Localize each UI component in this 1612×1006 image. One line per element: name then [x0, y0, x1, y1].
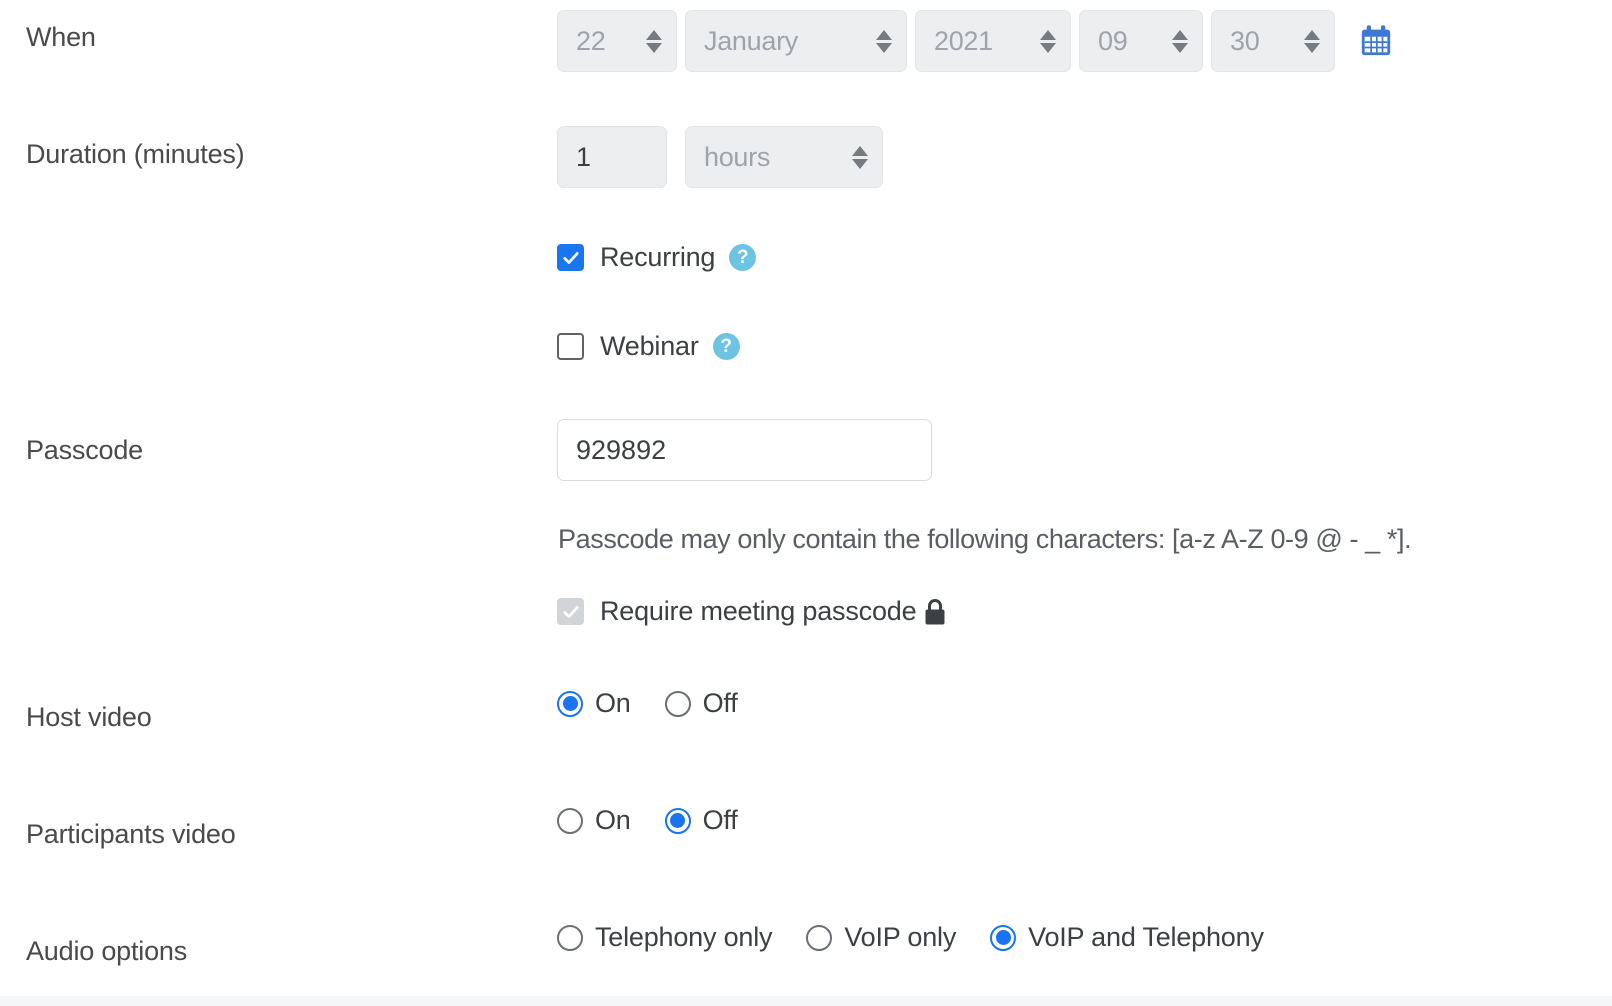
passcode-hint: Passcode may only contain the following … [558, 524, 1412, 554]
lock-icon [920, 598, 947, 626]
require-passcode-checkbox [557, 598, 584, 625]
passcode-controls [557, 419, 932, 481]
radio-label: On [595, 688, 631, 718]
audio-option-voip-and-telephony[interactable]: VoIP and Telephony [990, 922, 1264, 953]
host-video-option-on[interactable]: On [557, 688, 631, 719]
audio-options-radio-group: Telephony only VoIP only VoIP and Teleph… [557, 922, 1264, 953]
radio-label: VoIP only [844, 922, 957, 952]
when-hour-value: 09 [1098, 25, 1128, 56]
participants-video-option-on[interactable]: On [557, 805, 631, 836]
calendar-icon[interactable] [1359, 24, 1393, 58]
chevron-updown-icon [876, 29, 892, 53]
radio-selected-icon[interactable] [664, 807, 691, 834]
duration-controls: hours [557, 126, 883, 188]
audio-option-voip-only[interactable]: VoIP only [806, 922, 956, 953]
page-bottom-divider [0, 996, 1612, 1006]
when-hour-select[interactable]: 09 [1079, 10, 1203, 72]
when-day-select[interactable]: 22 [557, 10, 677, 72]
require-passcode-label: Require meeting passcode [600, 596, 917, 626]
passcode-label: Passcode [26, 435, 143, 465]
passcode-input[interactable] [557, 419, 932, 481]
host-video-radio-group: On Off [557, 688, 738, 719]
require-passcode-row: Require meeting passcode [557, 596, 947, 627]
settings-form-page: When 22 January 2021 09 30 Duration (min… [0, 0, 1612, 1006]
webinar-row: Webinar ? [557, 331, 740, 362]
when-year-value: 2021 [934, 25, 993, 56]
chevron-updown-icon [646, 29, 662, 53]
when-minute-select[interactable]: 30 [1211, 10, 1335, 72]
webinar-label: Webinar [600, 331, 699, 361]
radio-unselected-icon[interactable] [557, 807, 583, 834]
duration-unit-select[interactable]: hours [685, 126, 883, 188]
when-controls: 22 January 2021 09 30 [557, 10, 1393, 72]
audio-options-label: Audio options [26, 936, 188, 966]
help-icon[interactable]: ? [729, 244, 757, 271]
chevron-updown-icon [1304, 29, 1320, 53]
radio-label: On [595, 805, 631, 835]
chevron-updown-icon [1172, 29, 1188, 53]
radio-unselected-icon[interactable] [806, 924, 833, 951]
host-video-label: Host video [26, 702, 152, 732]
participants-video-label: Participants video [26, 819, 236, 849]
radio-label: Off [702, 688, 738, 718]
chevron-updown-icon [1040, 29, 1056, 53]
participants-video-option-off[interactable]: Off [664, 805, 738, 836]
when-day-value: 22 [576, 25, 606, 56]
recurring-checkbox[interactable] [557, 244, 584, 271]
radio-label: Telephony only [595, 922, 773, 952]
radio-unselected-icon[interactable] [664, 690, 691, 717]
radio-unselected-icon[interactable] [557, 924, 583, 951]
radio-label: Off [702, 805, 738, 835]
when-month-value: January [704, 25, 798, 56]
recurring-row: Recurring ? [557, 242, 757, 273]
webinar-checkbox[interactable] [557, 333, 584, 360]
when-month-select[interactable]: January [685, 10, 907, 72]
radio-label: VoIP and Telephony [1028, 922, 1264, 952]
participants-video-radio-group: On Off [557, 805, 738, 836]
host-video-option-off[interactable]: Off [664, 688, 738, 719]
duration-unit-value: hours [704, 141, 771, 172]
when-minute-value: 30 [1230, 25, 1260, 56]
help-icon[interactable]: ? [712, 333, 740, 360]
when-label: When [26, 22, 96, 52]
duration-amount-input[interactable] [557, 126, 667, 188]
audio-option-telephony-only[interactable]: Telephony only [557, 922, 773, 953]
duration-label: Duration (minutes) [26, 139, 245, 169]
radio-selected-icon[interactable] [557, 690, 583, 717]
recurring-label: Recurring [600, 242, 716, 272]
radio-selected-icon[interactable] [990, 924, 1017, 951]
when-year-select[interactable]: 2021 [915, 10, 1071, 72]
chevron-updown-icon [852, 145, 868, 169]
